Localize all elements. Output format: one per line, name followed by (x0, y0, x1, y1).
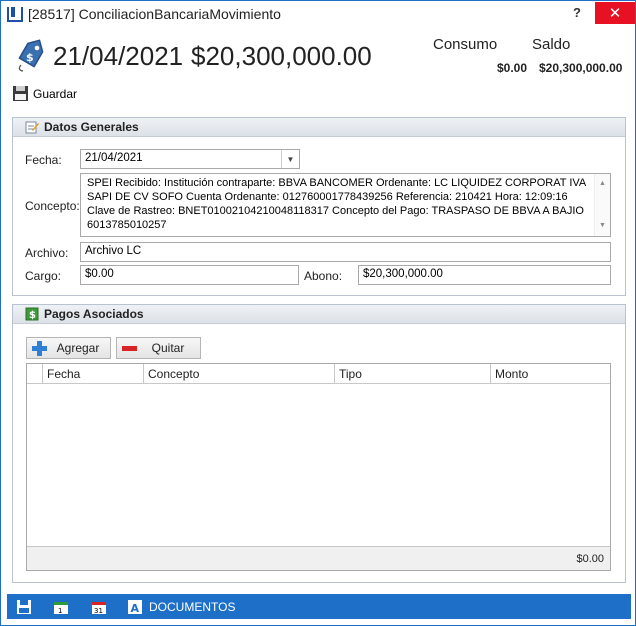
remove-button-label: Quitar (151, 341, 185, 355)
concepto-textarea[interactable]: SPEI Recibido: Institución contraparte: … (80, 173, 611, 237)
column-header-tipo[interactable]: Tipo (334, 364, 490, 384)
scroll-up-icon[interactable]: ▲ (599, 177, 606, 191)
grid-total: $0.00 (576, 553, 604, 565)
datos-generales-header: Datos Generales (13, 118, 625, 137)
bottom-bar: 1 31 A DOCUMENTOS (7, 594, 631, 619)
add-button[interactable]: Agregar (26, 337, 111, 359)
floppy-disk-icon (17, 599, 31, 614)
save-button-label: Guardar (33, 86, 78, 101)
cargo-input[interactable]: $0.00 (80, 265, 299, 285)
calendar-icon: 1 (54, 601, 68, 615)
header-date: 21/04/2021 (53, 41, 184, 71)
consumo-value: $0.00 (497, 61, 528, 75)
money-icon: $ (25, 307, 39, 321)
chevron-down-icon[interactable]: ▼ (281, 150, 299, 168)
svg-text:$: $ (29, 310, 36, 321)
header-amount: $20,300,000.00 (191, 41, 372, 71)
saldo-label: Saldo (532, 36, 571, 53)
save-button[interactable]: Guardar (12, 85, 77, 102)
abono-label: Abono: (304, 269, 343, 283)
fecha-value: 21/04/2021 (85, 152, 143, 164)
remove-button[interactable]: Quitar (116, 337, 201, 359)
add-button-label: Agregar (56, 341, 100, 355)
datos-generales-title: Datos Generales (44, 120, 139, 134)
svg-text:31: 31 (94, 607, 103, 615)
window-title: [28517] ConciliacionBancariaMovimiento (28, 6, 281, 22)
concepto-value: SPEI Recibido: Institución contraparte: … (87, 177, 586, 231)
calendar-month-button[interactable]: 31 (91, 598, 107, 615)
edit-note-icon (25, 121, 39, 134)
column-header-fecha[interactable]: Fecha (42, 364, 143, 384)
floppy-disk-icon (13, 86, 28, 101)
plus-icon (32, 340, 47, 356)
documents-button[interactable]: A DOCUMENTOS (127, 598, 235, 615)
help-button[interactable]: ? (573, 5, 581, 20)
fecha-label: Fecha: (25, 153, 62, 167)
cargo-label: Cargo: (25, 269, 62, 283)
abono-input[interactable]: $20,300,000.00 (358, 265, 611, 285)
price-tag-icon: $ (18, 39, 44, 72)
column-header-monto[interactable]: Monto (490, 364, 610, 384)
document-a-icon: A (128, 599, 142, 615)
minus-icon (122, 345, 137, 351)
window: [28517] ConciliacionBancariaMovimiento ?… (0, 0, 636, 626)
svg-text:1: 1 (58, 607, 62, 615)
abono-value: $20,300,000.00 (363, 268, 443, 280)
svg-text:A: A (131, 602, 140, 615)
pagos-asociados-title: Pagos Asociados (44, 307, 144, 321)
scroll-down-icon[interactable]: ▼ (599, 219, 606, 233)
pagos-grid[interactable]: Fecha Concepto Tipo Monto $0.00 (26, 363, 611, 571)
app-logo-icon (7, 7, 23, 22)
cargo-value: $0.00 (85, 268, 114, 280)
concepto-label: Concepto: (25, 199, 80, 213)
close-button[interactable]: ✕ (595, 2, 635, 24)
fecha-select[interactable]: 21/04/2021 ▼ (80, 149, 300, 169)
grid-header: Fecha Concepto Tipo Monto (27, 364, 610, 384)
svg-text:$: $ (26, 51, 34, 64)
concepto-scrollbar[interactable]: ▲ ▼ (594, 174, 610, 236)
column-header-concepto[interactable]: Concepto (143, 364, 334, 384)
grid-footer: $0.00 (27, 546, 610, 570)
title-bar: [28517] ConciliacionBancariaMovimiento ?… (1, 1, 635, 29)
consumo-label: Consumo (433, 36, 498, 53)
archivo-value: Archivo LC (85, 245, 142, 257)
calendar-day-button[interactable]: 1 (53, 598, 69, 615)
saldo-value: $20,300,000.00 (539, 61, 623, 75)
pagos-asociados-header: $ Pagos Asociados (13, 305, 625, 324)
calendar-31-icon: 31 (92, 601, 106, 615)
archivo-input[interactable]: Archivo LC (80, 242, 611, 262)
save-shortcut-button[interactable] (16, 598, 32, 615)
documents-label: DOCUMENTOS (149, 599, 236, 614)
archivo-label: Archivo: (25, 246, 69, 260)
